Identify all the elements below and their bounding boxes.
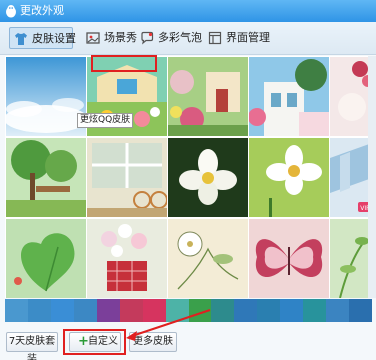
skin-thumb-sky[interactable]: [6, 57, 86, 136]
skin-suite-button[interactable]: 7天皮肤套装: [6, 332, 58, 360]
tab-label: 场景秀: [104, 31, 137, 44]
color-swatch[interactable]: [211, 299, 235, 322]
skin-thumb-white-house[interactable]: [249, 57, 329, 136]
grid-scrollbar[interactable]: [368, 56, 376, 298]
button-label: 更多皮肤: [133, 336, 173, 347]
skin-thumb-window-bicycle[interactable]: [87, 138, 167, 217]
skin-thumb-butterfly[interactable]: [249, 219, 329, 298]
window-title: 更改外观: [20, 4, 64, 17]
interface-icon: [208, 31, 222, 45]
color-swatch[interactable]: [119, 299, 143, 322]
skin-thumb-white-flower[interactable]: [168, 138, 248, 217]
scene-icon: [86, 32, 100, 44]
penguin-icon: [6, 5, 16, 18]
skin-thumb-flower-pot[interactable]: [87, 219, 167, 298]
highlight-box-tooltip: [91, 55, 157, 72]
color-swatch[interactable]: [142, 299, 166, 322]
color-swatch[interactable]: [349, 299, 372, 322]
color-swatch[interactable]: [280, 299, 304, 322]
skin-thumb-tree-bench[interactable]: [6, 138, 86, 217]
skin-thumb-checker[interactable]: VIP: [330, 138, 372, 217]
more-skins-button[interactable]: 更多皮肤: [129, 332, 177, 352]
tab-label: 皮肤设置: [32, 32, 76, 45]
tab-bar: 皮肤设置 场景秀 多彩气泡 界面管理: [0, 22, 376, 55]
shirt-icon: [15, 33, 27, 45]
tooltip: 更炫QQ皮肤: [77, 113, 134, 128]
button-label: 7天皮肤套装: [8, 336, 56, 360]
tab-interface-manager[interactable]: 界面管理: [204, 27, 270, 49]
skin-grid: VIP 更炫QQ皮肤: [5, 56, 372, 298]
title-bar: 更改外观: [0, 0, 376, 22]
tab-scene-show[interactable]: 场景秀: [82, 27, 144, 49]
color-swatch[interactable]: [50, 299, 74, 322]
tab-label: 多彩气泡: [158, 31, 202, 44]
skin-thumb-flower-house[interactable]: [168, 57, 248, 136]
color-swatch[interactable]: [326, 299, 350, 322]
skin-thumb-leaf-heart[interactable]: [6, 219, 86, 298]
color-swatch[interactable]: [188, 299, 212, 322]
change-appearance-window: 更改外观 皮肤设置 场景秀 多彩气泡 界面管理 VIP 更炫QQ皮肤 7天皮肤套…: [0, 0, 376, 360]
skin-thumb-sketch-flower[interactable]: [168, 219, 248, 298]
color-swatch[interactable]: [165, 299, 189, 322]
color-swatch[interactable]: [27, 299, 51, 322]
color-swatch[interactable]: [303, 299, 327, 322]
color-swatch[interactable]: [96, 299, 120, 322]
color-swatch[interactable]: [73, 299, 97, 322]
skin-thumb-green-stem[interactable]: [330, 219, 372, 298]
skin-thumb-pink-bloom[interactable]: [330, 57, 372, 136]
highlight-box-custom: [63, 329, 126, 355]
color-swatch[interactable]: [234, 299, 258, 322]
tab-color-bubbles[interactable]: 多彩气泡: [136, 27, 202, 49]
skin-thumb-green-flower[interactable]: [249, 138, 329, 217]
tab-skin-settings[interactable]: 皮肤设置: [9, 27, 76, 49]
bubble-icon: [141, 31, 154, 45]
color-swatch[interactable]: [257, 299, 281, 322]
color-swatch[interactable]: [5, 299, 28, 322]
color-palette: [5, 299, 372, 322]
tab-label: 界面管理: [226, 31, 270, 44]
